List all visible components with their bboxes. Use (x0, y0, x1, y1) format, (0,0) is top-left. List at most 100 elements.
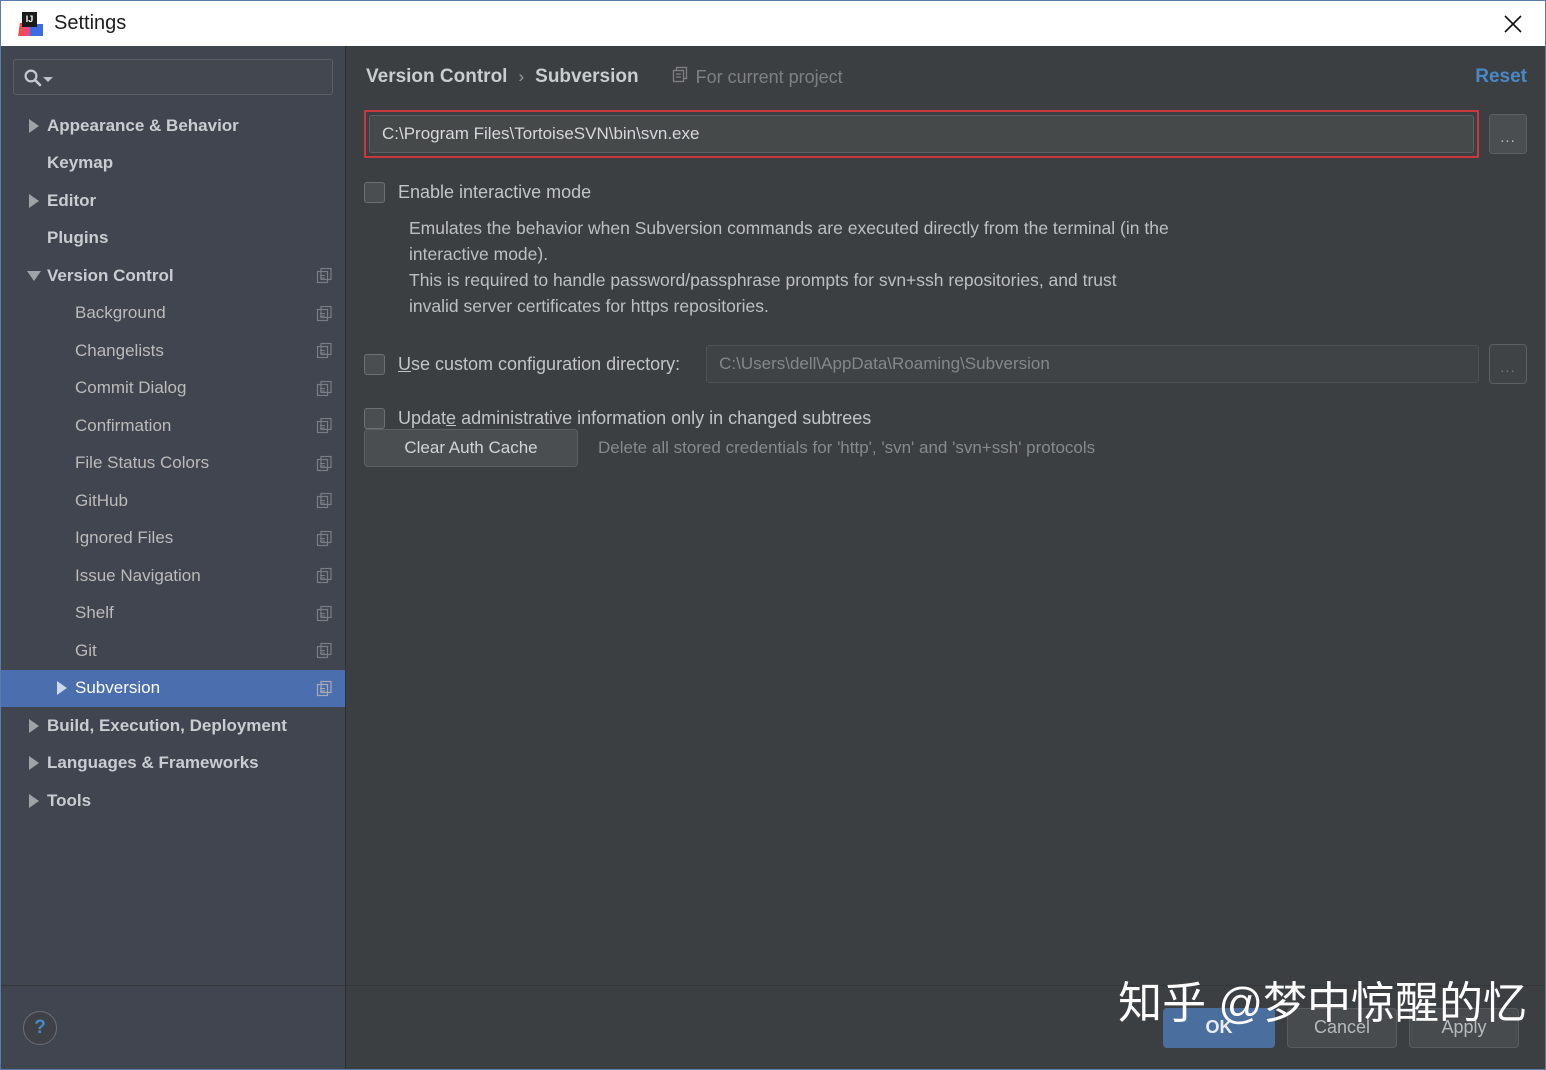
project-scope-icon-wrap (316, 455, 333, 472)
sidebar-item-subversion[interactable]: Subversion (1, 669, 345, 707)
custom-config-browse-button[interactable]: ... (1489, 344, 1527, 384)
description-line: Emulates the behavior when Subversion co… (409, 218, 1169, 264)
svn-path-annotation (364, 110, 1479, 158)
project-scope-icon (316, 568, 332, 584)
custom-config-left[interactable]: Use custom configuration directory: (364, 353, 681, 375)
settings-dialog: Settings A (0, 0, 1546, 1070)
sidebar-item-shelf[interactable]: Shelf (1, 595, 345, 633)
search-icon (23, 68, 42, 87)
auth-cache-row: Clear Auth Cache Delete all stored crede… (364, 429, 1527, 493)
sidebar-item-label: Ignored Files (75, 528, 174, 548)
search-box[interactable] (13, 59, 333, 95)
custom-config-row: Use custom configuration directory: C:\U… (364, 344, 1527, 384)
sidebar-footer: ? (1, 985, 345, 1069)
sidebar-item-label: Confirmation (75, 415, 172, 435)
ok-button[interactable]: OK (1163, 1007, 1275, 1048)
search-input[interactable] (61, 68, 323, 86)
sidebar-item-label: Tools (47, 790, 92, 810)
breadcrumb-separator: › (518, 67, 525, 86)
sidebar-item-ignored-files[interactable]: Ignored Files (1, 520, 345, 558)
project-scope-icon (316, 455, 332, 471)
project-scope-icon-wrap (316, 567, 333, 584)
project-scope-icon (316, 605, 332, 621)
project-scope-icon-wrap (316, 492, 333, 509)
project-scope-icon (316, 680, 332, 696)
sidebar-item-label: Keymap (47, 153, 114, 173)
project-scope-icon-wrap (316, 680, 333, 697)
sidebar-item-label: Editor (47, 190, 97, 210)
project-scope-icon (316, 493, 332, 509)
window-title: Settings (54, 12, 127, 34)
title-bar: Settings (1, 1, 1545, 46)
dialog-body: Appearance & Behavior Keymap Editor Plugins… (1, 46, 1545, 1069)
chevron-right-icon[interactable] (21, 756, 47, 771)
chevron-right-icon[interactable] (21, 193, 47, 208)
apply-button[interactable]: Apply (1409, 1007, 1519, 1048)
custom-config-label-rest: se custom configuration directory: (411, 353, 681, 374)
breadcrumb-leaf: Subversion (535, 66, 639, 87)
project-scope-icon (316, 380, 332, 396)
cancel-button[interactable]: Cancel (1287, 1007, 1397, 1048)
project-scope-icon-wrap (316, 267, 333, 284)
sidebar-item-label: Commit Dialog (75, 378, 187, 398)
svn-path-browse-button[interactable]: ... (1489, 114, 1527, 154)
project-scope-label: For current project (695, 66, 843, 87)
sidebar-item-changelists[interactable]: Changelists (1, 332, 345, 370)
sidebar-item-build-execution-deployment[interactable]: Build, Execution, Deployment (1, 707, 345, 745)
intellij-idea-icon (18, 11, 43, 36)
svn-path-input[interactable] (382, 124, 1461, 144)
sidebar-item-label: Background (75, 303, 166, 323)
project-scope: For current project (672, 66, 843, 88)
sidebar-item-issue-navigation[interactable]: Issue Navigation (1, 557, 345, 595)
project-scope-icon (316, 268, 332, 284)
sidebar-item-confirmation[interactable]: Confirmation (1, 407, 345, 445)
sidebar-item-label: Plugins (47, 228, 109, 248)
project-scope-icon-wrap (316, 305, 333, 322)
sidebar-item-keymap[interactable]: Keymap (1, 145, 345, 183)
project-scope-icon-wrap (316, 417, 333, 434)
sidebar-item-file-status-colors[interactable]: File Status Colors (1, 445, 345, 483)
help-button[interactable]: ? (23, 1010, 57, 1045)
sidebar-item-languages-frameworks[interactable]: Languages & Frameworks (1, 745, 345, 783)
chevron-down-icon[interactable] (43, 77, 53, 82)
sidebar-item-tools[interactable]: Tools (1, 782, 345, 820)
project-scope-icon (316, 418, 332, 434)
sidebar-item-git[interactable]: Git (1, 632, 345, 670)
custom-config-mnemonic: U (398, 353, 411, 374)
sidebar-item-appearance-behavior[interactable]: Appearance & Behavior (1, 107, 345, 145)
enable-interactive-mode-row[interactable]: Enable interactive mode (364, 182, 1527, 203)
sidebar-item-commit-dialog[interactable]: Commit Dialog (1, 370, 345, 408)
sidebar-item-label: Languages & Frameworks (47, 753, 259, 773)
update-admin-mnemonic: e (446, 408, 457, 428)
sidebar-item-editor[interactable]: Editor (1, 182, 345, 220)
svn-path-row: ... (364, 110, 1527, 158)
reset-link[interactable]: Reset (1475, 66, 1527, 88)
enable-interactive-mode-checkbox[interactable] (364, 182, 385, 203)
enable-interactive-mode-label: Enable interactive mode (398, 182, 592, 202)
chevron-right-icon[interactable] (21, 793, 47, 808)
custom-config-checkbox[interactable] (364, 353, 385, 375)
project-scope-icon-wrap (316, 380, 333, 397)
custom-config-field[interactable]: C:\Users\dell\AppData\Roaming\Subversion (706, 345, 1479, 383)
breadcrumb-root[interactable]: Version Control (366, 66, 507, 88)
svn-path-field[interactable] (369, 115, 1474, 153)
custom-config-value: C:\Users\dell\AppData\Roaming\Subversion (719, 354, 1050, 373)
sidebar-item-label: Shelf (75, 603, 114, 623)
close-icon[interactable] (1481, 1, 1545, 46)
chevron-down-icon[interactable] (21, 270, 47, 281)
update-admin-checkbox[interactable] (364, 408, 385, 429)
sidebar-item-plugins[interactable]: Plugins (1, 220, 345, 258)
project-scope-icon-wrap (316, 605, 333, 622)
chevron-right-icon[interactable] (21, 718, 47, 733)
clear-auth-cache-button[interactable]: Clear Auth Cache (364, 429, 578, 467)
sidebar-item-version-control[interactable]: Version Control (1, 257, 345, 295)
sidebar-item-background[interactable]: Background (1, 295, 345, 333)
sidebar-item-label: Appearance & Behavior (47, 115, 239, 135)
description-line: This is required to handle password/pass… (409, 270, 1117, 316)
chevron-right-icon[interactable] (21, 118, 47, 133)
chevron-right-icon[interactable] (49, 681, 75, 696)
sidebar-item-github[interactable]: GitHub (1, 482, 345, 520)
update-admin-row[interactable]: Update administrative information only i… (364, 408, 1527, 429)
project-scope-icon-wrap (316, 642, 333, 659)
sidebar-item-label: Issue Navigation (75, 565, 201, 585)
